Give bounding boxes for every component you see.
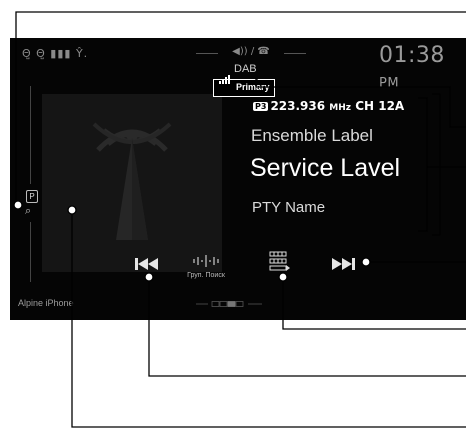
callout-marker-artwork <box>67 205 77 215</box>
callout-marker-prev <box>144 272 154 282</box>
callout-marker-next <box>361 257 371 267</box>
callout-marker-list <box>278 272 288 282</box>
callout-marker-side <box>13 200 23 210</box>
callout-lines <box>13 11 466 428</box>
manual-figure: Θ̺ Θ̺ ▮▮▮ Ŷ. ◀)) / ☎ 01:38 PM DAB P ⌕ Pr… <box>0 0 466 433</box>
